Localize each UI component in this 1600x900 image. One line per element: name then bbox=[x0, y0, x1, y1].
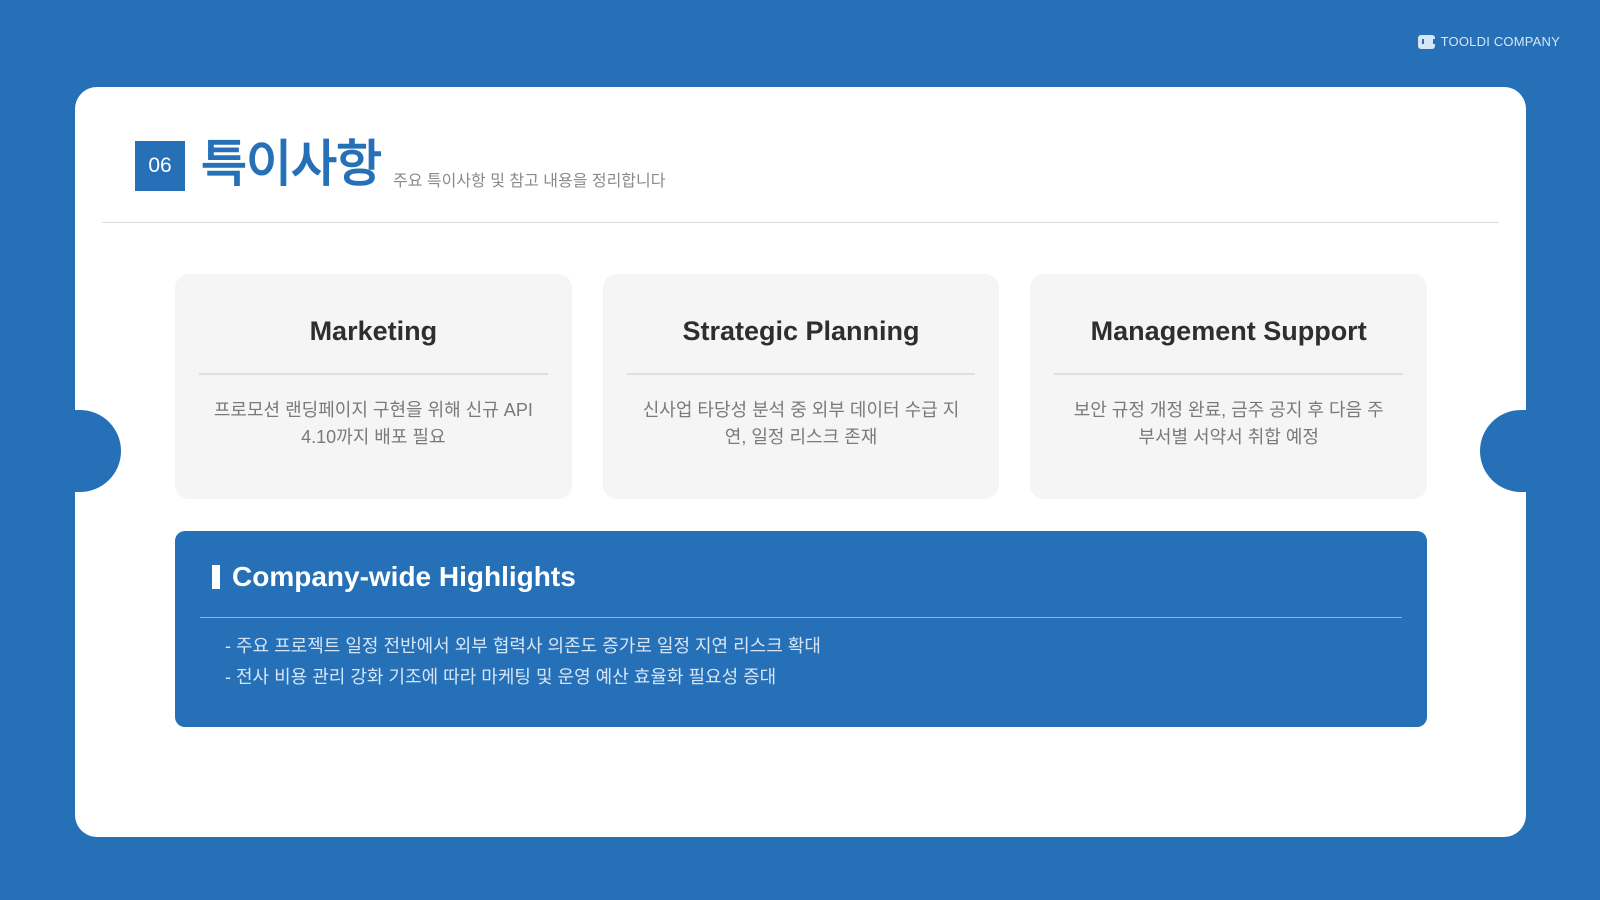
content-card: 06 특이사항 주요 특이사항 및 참고 내용을 정리합니다 Marketing… bbox=[75, 87, 1526, 837]
highlights-divider bbox=[200, 617, 1402, 618]
department-title: Management Support bbox=[1054, 274, 1404, 375]
department-cards: Marketing 프로모션 랜딩페이지 구현을 위해 신규 API 4.10까… bbox=[175, 274, 1428, 499]
list-item: - 전사 비용 관리 강화 기조에 따라 마케팅 및 운영 예산 효율화 필요성… bbox=[225, 667, 777, 687]
department-note: 보안 규정 개정 완료, 금주 공지 후 다음 주 부서별 서약서 취합 예정 bbox=[1073, 400, 1384, 447]
chat-bubble-icon bbox=[1417, 34, 1435, 49]
department-note: 신사업 타당성 분석 중 외부 데이터 수급 지연, 일정 리스크 존재 bbox=[642, 400, 960, 447]
section-number-badge: 06 bbox=[135, 141, 185, 191]
department-card-marketing: Marketing 프로모션 랜딩페이지 구현을 위해 신규 API 4.10까… bbox=[175, 274, 572, 499]
highlights-title: Company-wide Highlights bbox=[232, 561, 576, 592]
department-title: Marketing bbox=[199, 274, 548, 375]
brand-name: TOOLDI COMPANY bbox=[1440, 34, 1560, 49]
list-item: - 주요 프로젝트 일정 전반에서 외부 협력사 의존도 증가로 일정 지연 리… bbox=[225, 636, 821, 656]
brand-logo: TOOLDI COMPANY bbox=[1417, 34, 1560, 49]
department-card-management-support: Management Support 보안 규정 개정 완료, 금주 공지 후 … bbox=[1030, 274, 1428, 499]
section-header: 06 특이사항 주요 특이사항 및 참고 내용을 정리합니다 bbox=[135, 135, 665, 193]
page-subtitle: 주요 특이사항 및 참고 내용을 정리합니다 bbox=[393, 173, 666, 190]
highlights-header: Company-wide Highlights bbox=[212, 561, 576, 593]
department-title: Strategic Planning bbox=[626, 274, 976, 375]
highlights-list: - 주요 프로젝트 일정 전반에서 외부 협력사 의존도 증가로 일정 지연 리… bbox=[225, 631, 821, 693]
department-note: 프로모션 랜딩페이지 구현을 위해 신규 API 4.10까지 배포 필요 bbox=[213, 400, 533, 447]
highlights-panel: Company-wide Highlights - 주요 프로젝트 일정 전반에… bbox=[175, 531, 1427, 727]
accent-bar bbox=[212, 565, 220, 589]
page-title: 특이사항 bbox=[201, 136, 382, 192]
department-card-strategic-planning: Strategic Planning 신사업 타당성 분석 중 외부 데이터 수… bbox=[602, 274, 1000, 499]
header-divider bbox=[102, 222, 1499, 223]
